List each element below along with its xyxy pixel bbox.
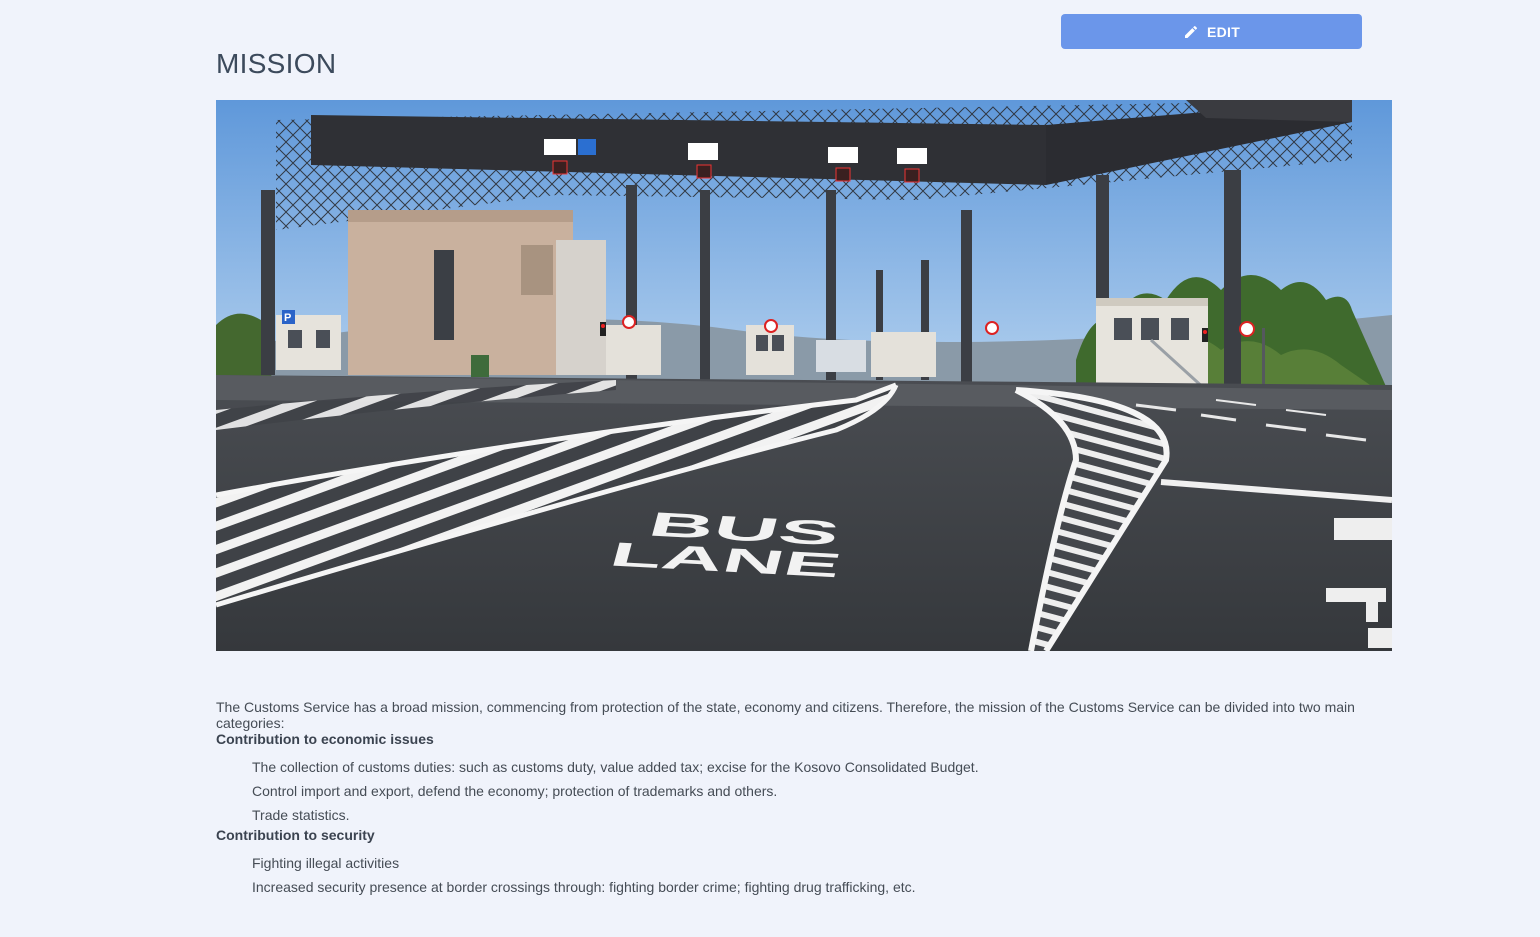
section-heading-economic: Contribution to economic issues bbox=[216, 731, 434, 747]
page-title: MISSION bbox=[216, 48, 337, 79]
parking-sign: P bbox=[284, 312, 291, 324]
section-heading-security: Contribution to security bbox=[216, 827, 375, 843]
mission-page: EDIT MISSION P BUS LANE The Customs Serv… bbox=[0, 0, 1540, 937]
economic-list: The collection of customs duties: such a… bbox=[216, 755, 1376, 827]
hero-image: P BUS LANE bbox=[216, 100, 1392, 651]
edit-button-label: EDIT bbox=[1206, 23, 1241, 40]
pencil-icon bbox=[1183, 24, 1199, 40]
edit-button[interactable]: EDIT bbox=[1061, 14, 1362, 49]
list-item: The collection of customs duties: such a… bbox=[252, 759, 979, 775]
list-item: Trade statistics. bbox=[252, 807, 350, 823]
list-item: Control import and export, defend the ec… bbox=[252, 783, 778, 799]
list-item: Increased security presence at border cr… bbox=[252, 879, 916, 895]
list-item: Fighting illegal activities bbox=[252, 855, 400, 871]
intro-paragraph: The Customs Service has a broad mission,… bbox=[216, 699, 1355, 731]
mission-content: The Customs Service has a broad mission,… bbox=[216, 699, 1376, 899]
security-list: Fighting illegal activities Increased se… bbox=[216, 851, 1376, 899]
